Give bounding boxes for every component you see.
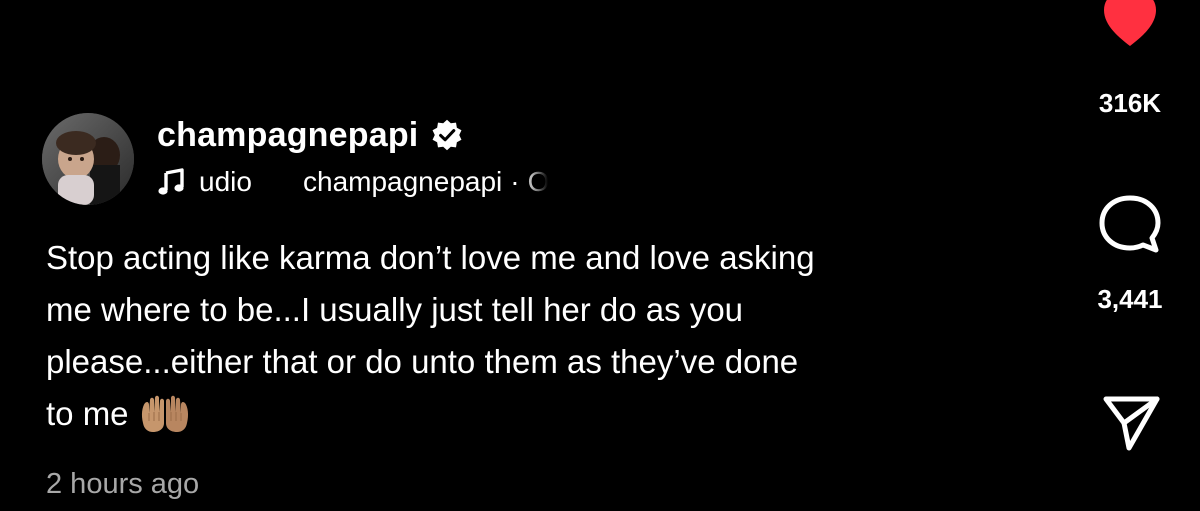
audio-row[interactable]: udio champagnepapi · O [157, 163, 548, 201]
action-rail: 316K 3,441 [1060, 0, 1200, 511]
palms-up-together-emoji-icon [141, 396, 188, 433]
audio-separator-dot: · [510, 166, 520, 197]
caption: Stop acting like karma don’t love me and… [46, 232, 1026, 440]
comment-bubble-icon [1099, 195, 1161, 253]
audio-owner: champagnepapi [303, 166, 503, 197]
music-note-icon [158, 168, 184, 195]
username-row: champagnepapi [157, 113, 464, 157]
comment-count[interactable]: 3,441 [1060, 284, 1200, 315]
username[interactable]: champagnepapi [157, 116, 418, 155]
post-timestamp: 2 hours ago [46, 468, 200, 500]
post: champagnepapi udio champagnepapi · O Sto… [0, 0, 1040, 511]
comment-button[interactable] [1060, 193, 1200, 257]
caption-line: Stop acting like karma don’t love me and… [46, 239, 815, 276]
send-icon [1103, 396, 1160, 451]
audio-title-truncated: O [527, 166, 548, 197]
share-button[interactable] [1060, 392, 1200, 456]
caption-line: me where to be...I usually just tell her… [46, 291, 744, 328]
like-count[interactable]: 316K [1060, 88, 1200, 119]
heart-icon [1104, 0, 1156, 46]
like-button[interactable] [1060, 0, 1200, 50]
avatar[interactable] [42, 113, 134, 205]
audio-label: udio [199, 166, 252, 197]
caption-line: please...either that or do unto them as … [46, 343, 799, 380]
caption-line-text: to me [46, 395, 129, 432]
caption-line-last: to me [46, 388, 1026, 440]
verified-badge-icon [432, 119, 462, 151]
